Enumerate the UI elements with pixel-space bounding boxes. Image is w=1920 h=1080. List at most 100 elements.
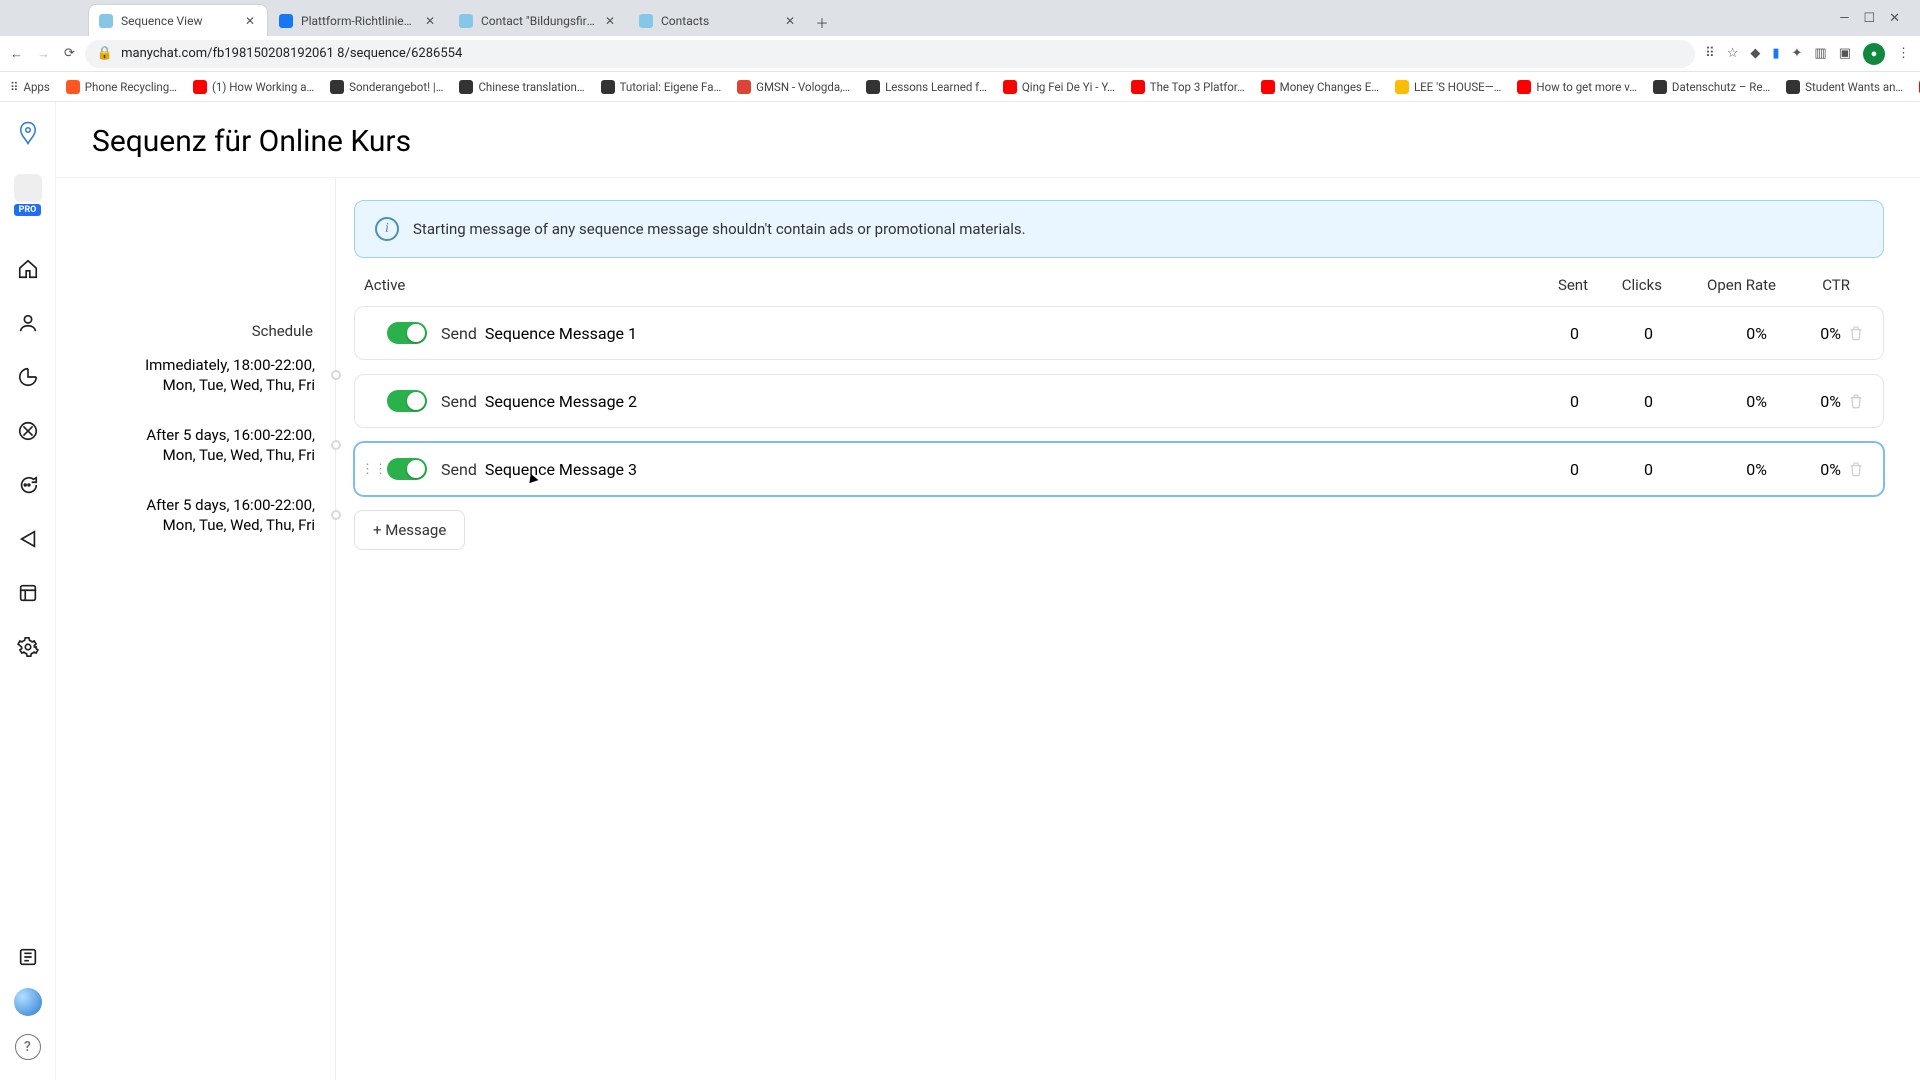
ext-icon-3[interactable]: ▥	[1814, 46, 1826, 61]
stat-clicks: 0	[1597, 324, 1653, 343]
delete-icon[interactable]	[1841, 461, 1871, 477]
app-logo[interactable]	[11, 116, 45, 150]
message-row[interactable]: ⋮⋮ Send Sequence Message 1 0 0 0% 0%	[354, 306, 1884, 360]
bookmark-favicon	[1261, 80, 1275, 94]
col-header-schedule: Schedule	[56, 178, 335, 340]
message-row[interactable]: ⋮⋮ Send Sequence Message 2 0 0 0% 0%	[354, 374, 1884, 428]
nav-feed[interactable]	[15, 944, 41, 970]
bookmark-label: Tutorial: Eigene Fa…	[620, 80, 722, 94]
bookmark-item[interactable]: How to get more v…	[1517, 80, 1637, 94]
reload-icon[interactable]: ⟳	[64, 46, 75, 61]
browser-tab[interactable]: Sequence View ✕	[88, 4, 268, 36]
help-icon[interactable]: ?	[15, 1034, 41, 1060]
col-header-clicks: Clicks	[1606, 276, 1662, 294]
bookmark-label: The Top 3 Platfor…	[1150, 80, 1245, 94]
tab-close-icon[interactable]: ✕	[243, 14, 257, 28]
bookmark-item[interactable]: GMSN - Vologda,…	[737, 80, 850, 94]
app-sidebar: PRO ?	[0, 102, 56, 1080]
bookmark-item[interactable]: Lessons Learned f…	[866, 80, 987, 94]
stat-sent: 0	[1523, 460, 1579, 479]
bookmarks-bar: ⠿Apps Phone Recycling… (1) How Working a… S…	[0, 72, 1920, 102]
bookmark-item[interactable]: Tutorial: Eigene Fa…	[601, 80, 722, 94]
bookmark-item[interactable]: Chinese translation…	[459, 80, 584, 94]
browser-toolbar: ← → ⟳ 🔒 manychat.com/fb198150208192061 8…	[0, 36, 1920, 72]
send-label: Send	[441, 460, 477, 479]
account-switcher[interactable]: PRO	[9, 174, 47, 216]
nav-automation[interactable]	[15, 418, 41, 444]
nav-livechat[interactable]	[15, 472, 41, 498]
message-row[interactable]: ⋮⋮ Send Sequence Message 3 0 0 0% 0%	[354, 442, 1884, 496]
bookmarks-apps[interactable]: ⠿Apps	[10, 80, 50, 94]
bookmark-label: Datenschutz – Re…	[1672, 80, 1770, 94]
browser-tab[interactable]: Plattform-Richtlinien – Übersi… ✕	[268, 4, 448, 36]
active-toggle[interactable]	[387, 390, 427, 412]
bookmark-favicon	[330, 80, 344, 94]
address-bar[interactable]: 🔒 manychat.com/fb198150208192061 8/seque…	[85, 40, 1695, 68]
bookmark-item[interactable]: LEE 'S HOUSE—…	[1395, 80, 1501, 94]
schedule-cell[interactable]: After 5 days, 16:00-22:00, Mon, Tue, Wed…	[56, 410, 335, 480]
tab-favicon	[279, 14, 293, 28]
bookmark-label: Qing Fei De Yi - Y…	[1022, 80, 1115, 94]
active-toggle[interactable]	[387, 458, 427, 480]
timeline-dot	[331, 370, 341, 380]
minimize-icon[interactable]: —	[1839, 11, 1849, 26]
bookmark-favicon	[1003, 80, 1017, 94]
tab-close-icon[interactable]: ✕	[603, 14, 617, 28]
nav-home[interactable]	[15, 256, 41, 282]
tab-title: Contacts	[661, 14, 775, 28]
maximize-icon[interactable]: ☐	[1863, 11, 1875, 26]
bookmark-favicon	[66, 80, 80, 94]
star-icon[interactable]: ☆	[1727, 46, 1739, 61]
nav-templates[interactable]	[15, 580, 41, 606]
bookmark-label: Phone Recycling…	[85, 80, 177, 94]
nav-broadcast[interactable]	[15, 526, 41, 552]
bookmark-item[interactable]: The Top 3 Platfor…	[1131, 80, 1245, 94]
browser-tabstrip: Sequence View ✕ Plattform-Richtlinien – …	[0, 0, 1920, 36]
user-avatar[interactable]	[14, 988, 42, 1016]
menu-icon[interactable]: ⋮	[1897, 46, 1910, 61]
schedule-cell[interactable]: After 5 days, 16:00-22:00, Mon, Tue, Wed…	[56, 480, 335, 550]
bookmark-item[interactable]: Phone Recycling…	[66, 80, 177, 94]
bookmark-favicon	[1517, 80, 1531, 94]
ext-icon-1[interactable]: ◆	[1750, 46, 1760, 61]
tab-favicon	[639, 14, 653, 28]
page-title: Sequenz für Online Kurs	[92, 124, 1884, 159]
stat-ctr: 0%	[1785, 460, 1841, 479]
bookmark-label: LEE 'S HOUSE—…	[1414, 80, 1501, 94]
nav-growth[interactable]	[15, 364, 41, 390]
translate-icon[interactable]: ⠿	[1705, 46, 1715, 61]
profile-avatar[interactable]: ●	[1863, 43, 1885, 65]
forward-icon[interactable]: →	[37, 46, 50, 62]
ext-icon-2[interactable]: ▮	[1772, 46, 1779, 61]
message-name: Sequence Message 3	[485, 460, 637, 479]
tab-close-icon[interactable]: ✕	[783, 14, 797, 28]
active-toggle[interactable]	[387, 322, 427, 344]
bookmark-item[interactable]: Sonderangebot! |…	[330, 80, 443, 94]
delete-icon[interactable]	[1841, 325, 1871, 341]
browser-tab[interactable]: Contacts ✕	[628, 4, 808, 36]
close-window-icon[interactable]: ✕	[1889, 11, 1900, 26]
pro-badge: PRO	[14, 204, 42, 216]
col-header-active: Active	[358, 276, 438, 294]
bookmark-item[interactable]: (1) How Working a…	[193, 80, 314, 94]
tab-favicon	[459, 14, 473, 28]
tab-close-icon[interactable]: ✕	[423, 14, 437, 28]
bookmark-favicon	[1653, 80, 1667, 94]
bookmark-item[interactable]: Qing Fei De Yi - Y…	[1003, 80, 1115, 94]
new-tab-button[interactable]: ＋	[808, 8, 836, 36]
ext-icon-4[interactable]: ▣	[1839, 46, 1851, 61]
schedule-cell[interactable]: Immediately, 18:00-22:00, Mon, Tue, Wed,…	[56, 340, 335, 410]
extensions-icon[interactable]: ✦	[1792, 46, 1803, 61]
drag-handle-icon[interactable]: ⋮⋮	[367, 462, 381, 477]
browser-tab[interactable]: Contact "Bildungsfirma" throu… ✕	[448, 4, 628, 36]
nav-settings[interactable]	[15, 634, 41, 660]
bookmark-item[interactable]: Student Wants an…	[1786, 80, 1903, 94]
add-message-button[interactable]: + Message	[354, 510, 465, 550]
nav-audience[interactable]	[15, 310, 41, 336]
back-icon[interactable]: ←	[10, 46, 23, 62]
bookmark-item[interactable]: Datenschutz – Re…	[1653, 80, 1770, 94]
tab-title: Sequence View	[121, 14, 235, 28]
delete-icon[interactable]	[1841, 393, 1871, 409]
bookmark-favicon	[1395, 80, 1409, 94]
bookmark-item[interactable]: Money Changes E…	[1261, 80, 1379, 94]
